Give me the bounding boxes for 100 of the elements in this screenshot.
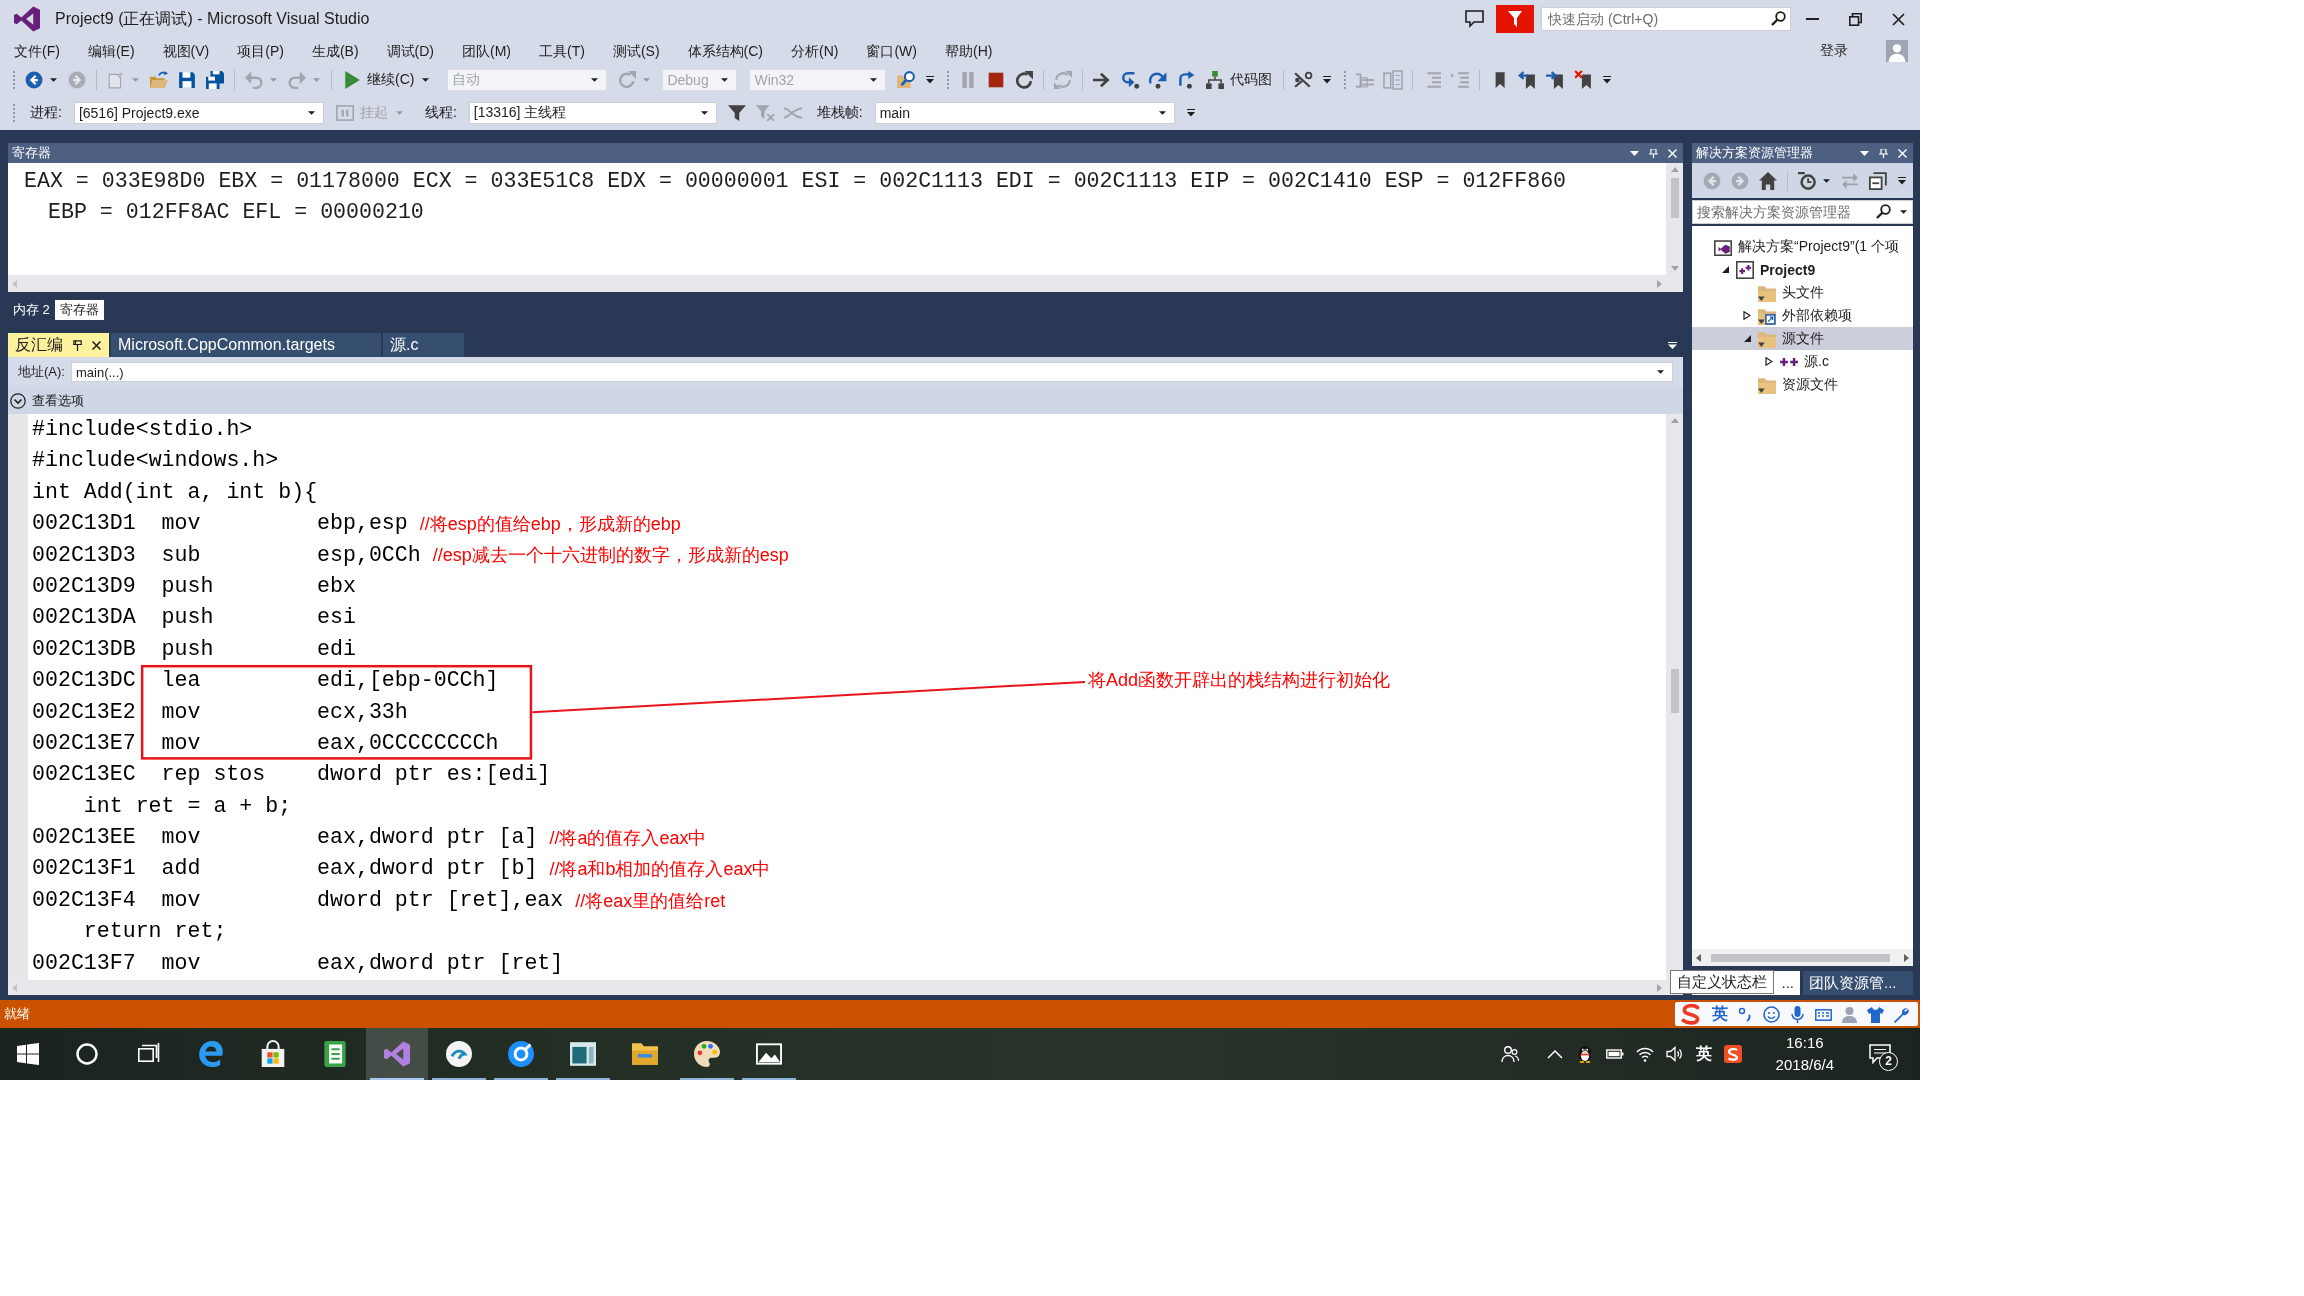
caret-icon[interactable]	[422, 78, 430, 82]
expanded-triangle-icon[interactable]	[1721, 265, 1729, 274]
dropdown-icon[interactable]	[1860, 148, 1869, 158]
scroll-right-icon[interactable]	[1904, 953, 1909, 962]
expand-toggle-icon[interactable]	[10, 392, 26, 409]
horizontal-scrollbar[interactable]	[1692, 949, 1913, 966]
clock-time[interactable]: 16:16	[1786, 1032, 1824, 1054]
toolbar-button[interactable]: 继续(C)	[339, 68, 440, 92]
search-field[interactable]: 搜索解决方案资源管理器	[1692, 200, 1913, 224]
caret-icon[interactable]	[1158, 111, 1166, 115]
dropdown-icon[interactable]	[1668, 341, 1677, 349]
caret-icon[interactable]	[307, 111, 315, 115]
menu-item[interactable]: 调试(D)	[372, 40, 448, 62]
search-icon[interactable]	[1771, 11, 1786, 26]
s-logo-icon[interactable]	[1723, 1045, 1742, 1063]
folder-search-icon[interactable]	[897, 71, 916, 89]
overflow-icon[interactable]	[1603, 76, 1612, 84]
speech-bubble-icon[interactable]	[1465, 10, 1484, 28]
stop-icon[interactable]	[987, 71, 1006, 89]
caret-icon[interactable]	[1900, 210, 1907, 214]
previous-bookmark-icon[interactable]	[1518, 71, 1537, 89]
menu-item[interactable]: 生成(B)	[297, 40, 373, 62]
diagram-icon[interactable]	[1206, 71, 1225, 89]
address-field[interactable]: main(...)	[70, 362, 1673, 382]
tree-item[interactable]: 头文件	[1692, 281, 1913, 304]
scroll-left-icon[interactable]	[1696, 953, 1701, 962]
wrench-icon[interactable]	[1893, 1005, 1910, 1023]
task-view-icon[interactable]	[138, 1043, 160, 1065]
menu-item[interactable]: 分析(N)	[777, 40, 853, 62]
funnel-icon[interactable]	[1496, 5, 1534, 33]
document-tab[interactable]: 反汇编	[8, 333, 109, 357]
tree-item[interactable]: 资源文件	[1692, 373, 1913, 396]
search-icon[interactable]	[1876, 204, 1891, 219]
caret-icon[interactable]	[700, 111, 708, 115]
expanded-triangle-icon[interactable]	[1743, 334, 1751, 343]
view-options-label[interactable]: 查看选项	[32, 391, 84, 410]
notification-icon[interactable]	[1869, 1044, 1891, 1064]
clock-icon[interactable]	[1798, 171, 1816, 190]
windows-logo-icon[interactable]	[17, 1043, 39, 1065]
home-icon[interactable]	[1759, 171, 1777, 190]
toolbar-button[interactable]: 代码图	[1202, 68, 1277, 92]
scrollbar-thumb[interactable]	[1670, 669, 1679, 713]
vertical-scrollbar[interactable]	[1666, 163, 1683, 275]
dropdown-field[interactable]: [13316] 主线程	[468, 102, 717, 124]
dropdown-field[interactable]: main	[874, 102, 1175, 124]
sign-in-link[interactable]: 登录	[1820, 42, 1848, 60]
close-icon[interactable]	[1892, 12, 1905, 26]
ring-icon[interactable]	[76, 1043, 98, 1065]
document-tab[interactable]: Microsoft.CppCommon.targets	[111, 333, 381, 357]
punctuation-icon[interactable]	[1737, 1005, 1754, 1023]
play-icon[interactable]	[343, 71, 361, 89]
step-out-icon[interactable]	[1177, 71, 1196, 89]
tool-tab[interactable]: 内存 2	[8, 300, 55, 320]
menu-item[interactable]: 文件(F)	[0, 40, 74, 62]
input-mode[interactable]: 英	[1712, 1003, 1728, 1025]
folder-arrow-icon[interactable]	[150, 71, 168, 89]
collapse-all-icon[interactable]	[1869, 171, 1887, 190]
menu-item[interactable]: 工具(T)	[525, 40, 599, 62]
scrollbar-thumb[interactable]	[1711, 953, 1890, 962]
floppy-disks-icon[interactable]	[206, 71, 224, 89]
input-mode[interactable]: 英	[1695, 1043, 1712, 1065]
caret-icon[interactable]	[1657, 370, 1664, 374]
menu-item[interactable]: 窗口(W)	[852, 40, 931, 62]
overflow-icon[interactable]	[1898, 176, 1906, 185]
tree-item[interactable]: 源文件	[1692, 327, 1913, 350]
people-icon[interactable]	[1500, 1045, 1519, 1063]
clear-bookmarks-icon[interactable]	[1574, 71, 1593, 89]
tree-item[interactable]: 外部依赖项	[1692, 304, 1913, 327]
dropdown-field[interactable]: [6516] Project9.exe	[73, 102, 324, 124]
menu-item[interactable]: 团队(M)	[448, 40, 525, 62]
step-into-icon[interactable]	[1121, 71, 1140, 89]
tree-item[interactable]: Project9	[1692, 258, 1913, 281]
menu-item[interactable]: 编辑(E)	[73, 40, 149, 62]
overflow-icon[interactable]	[926, 76, 935, 84]
filter-icon[interactable]	[727, 104, 746, 122]
speaker-icon[interactable]	[1665, 1045, 1684, 1063]
tree-item[interactable]: 解决方案“Project9”(1 个项	[1692, 235, 1913, 258]
caret-icon[interactable]	[50, 78, 57, 82]
document-tab[interactable]: 源.c	[382, 333, 465, 357]
menu-item[interactable]: 测试(S)	[598, 40, 674, 62]
pin-icon[interactable]	[73, 339, 82, 351]
wifi-icon[interactable]	[1635, 1045, 1654, 1063]
overflow-icon[interactable]	[1186, 109, 1195, 117]
menu-item[interactable]: 视图(V)	[148, 40, 224, 62]
dropdown-icon[interactable]	[1630, 148, 1639, 158]
tree-item[interactable]: 源.c	[1692, 350, 1913, 373]
restore-icon[interactable]	[1849, 12, 1862, 26]
toolbar-grip[interactable]	[12, 103, 16, 123]
step-over-icon[interactable]	[1149, 71, 1168, 89]
clock-date[interactable]: 2018/6/4	[1775, 1054, 1834, 1076]
tool-tab[interactable]: 寄存器	[54, 300, 104, 320]
right-arrow-icon[interactable]	[1093, 71, 1112, 89]
toolbar-grip[interactable]	[12, 70, 16, 90]
next-bookmark-icon[interactable]	[1546, 71, 1565, 89]
collapsed-triangle-icon[interactable]	[1743, 311, 1751, 320]
panel-tab[interactable]: 团队资源管...	[1803, 971, 1913, 995]
microphone-icon[interactable]	[1789, 1005, 1806, 1023]
shirt-icon[interactable]	[1867, 1005, 1884, 1023]
smiley-icon[interactable]	[1763, 1005, 1780, 1023]
quick-launch-field[interactable]: 快速启动 (Ctrl+Q)	[1541, 7, 1791, 31]
